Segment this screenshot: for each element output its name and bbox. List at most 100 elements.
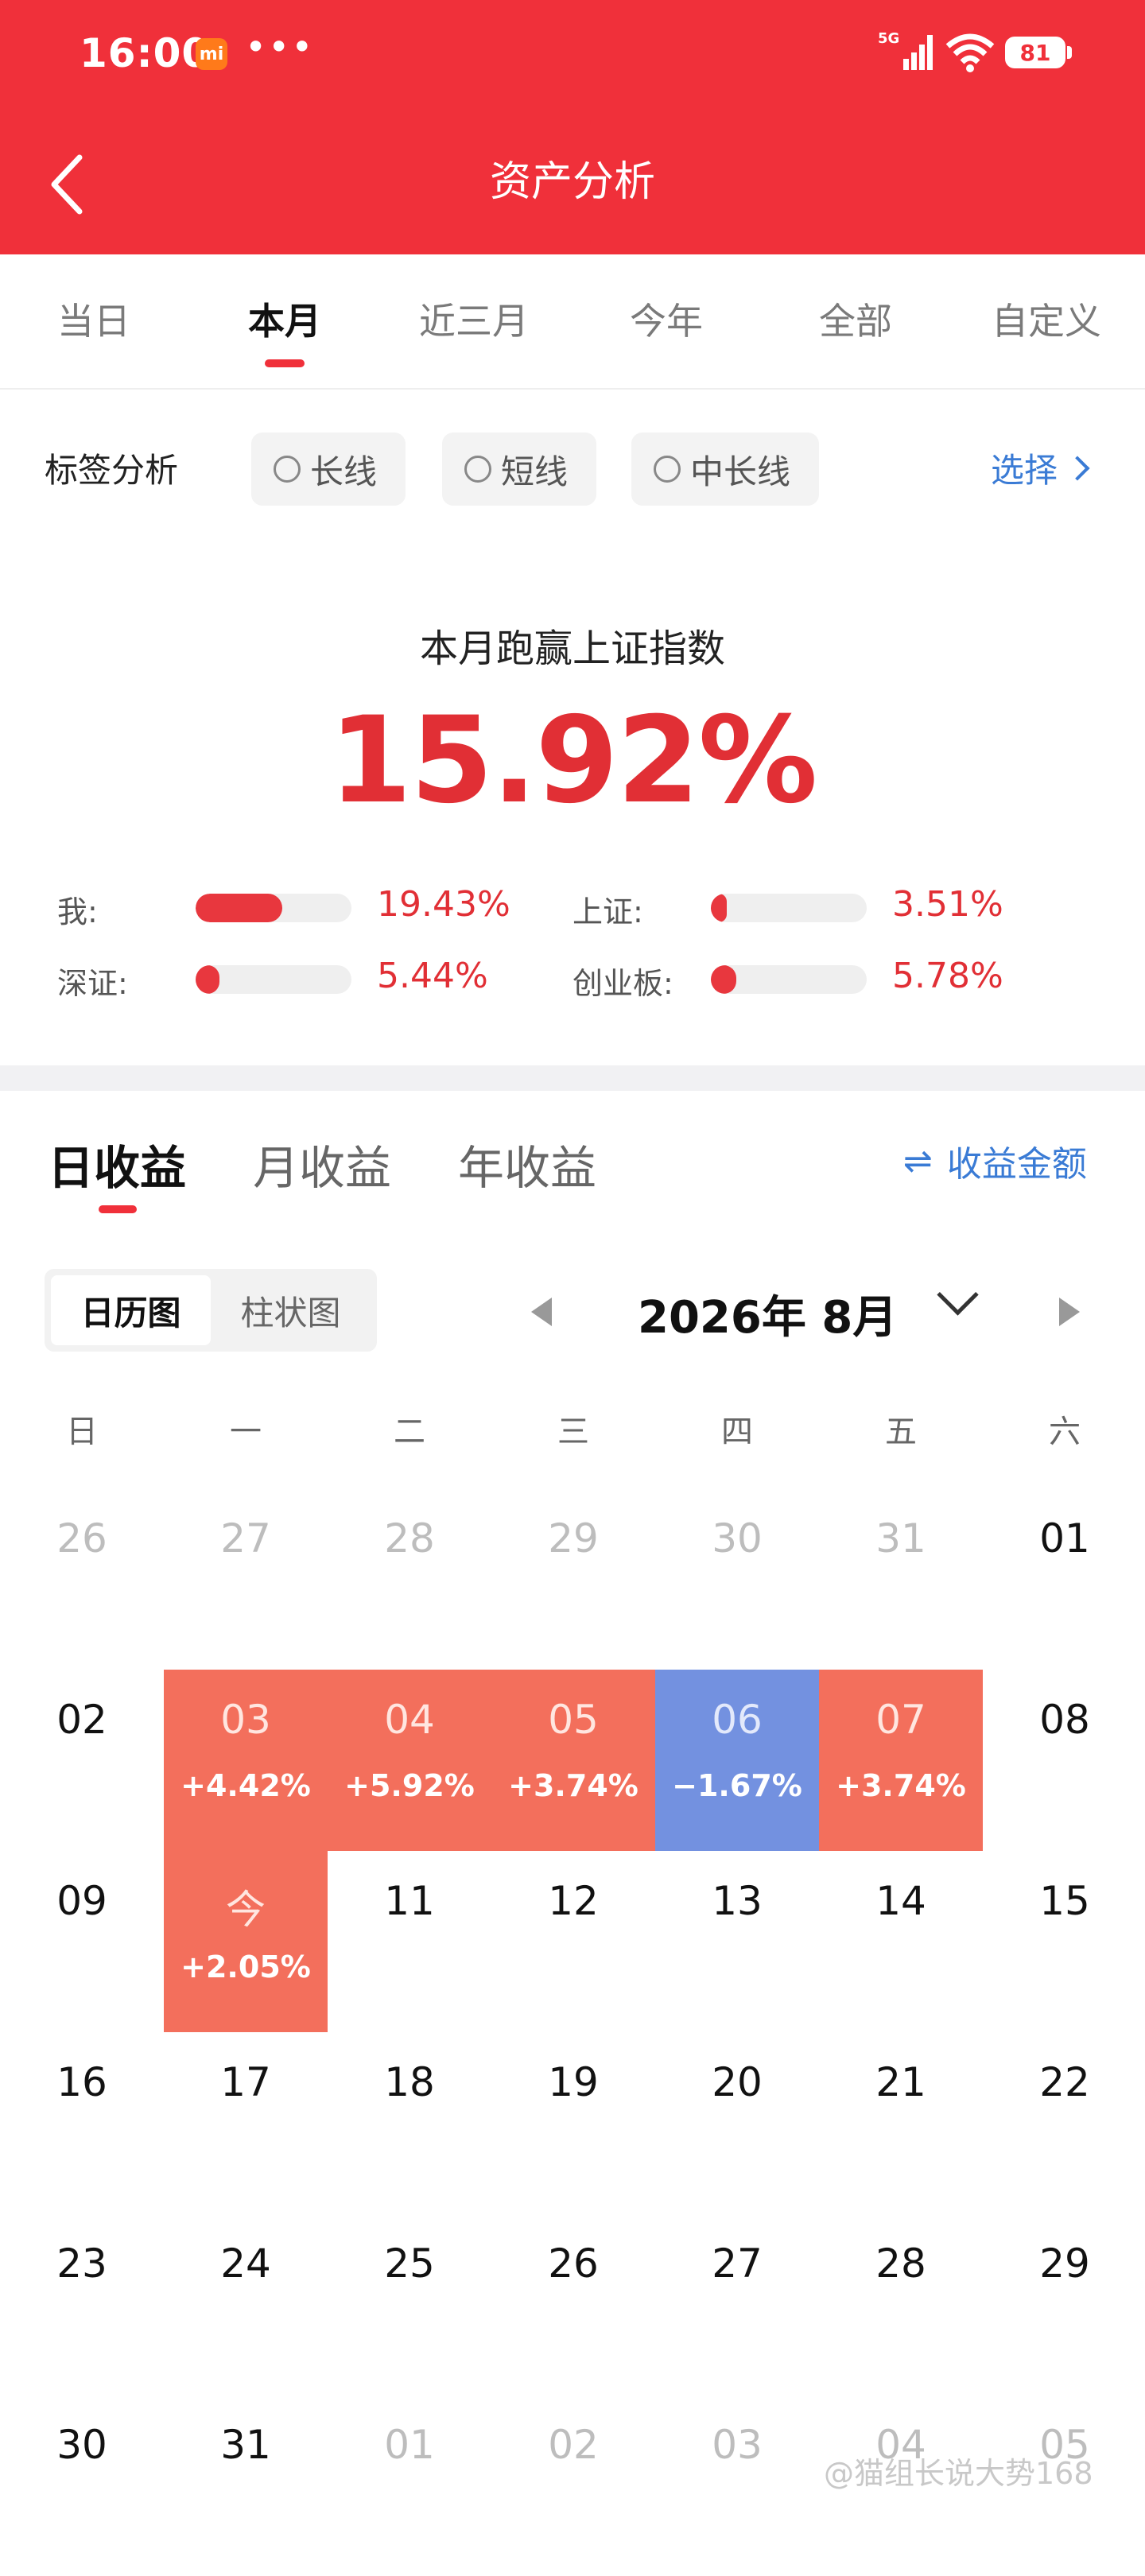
calendar-day[interactable]: 14 [819,1851,983,2032]
calendar-day-number: 18 [384,2059,435,2105]
calendar-day-number: 23 [56,2240,107,2287]
calendar-day[interactable]: 26 [0,1488,164,1670]
calendar-day[interactable]: 13 [655,1851,819,2032]
calendar-day[interactable]: 12 [491,1851,655,2032]
calendar-day-number: 31 [875,1515,926,1562]
calendar-day[interactable]: 31 [819,1488,983,1670]
calendar-day[interactable]: 20 [655,2032,819,2213]
prev-month-icon[interactable] [531,1298,552,1326]
calendar-day[interactable]: 03 +4.42% [164,1670,328,1851]
app-badge-icon: mi [196,38,227,70]
calendar-day[interactable]: 19 [491,2032,655,2213]
compare-bar-fill [196,894,282,922]
compare-bar-chinext [711,965,867,994]
compare-bar-fill [196,965,220,994]
calendar-view-button[interactable]: 日历图 [51,1275,211,1345]
calendar-day[interactable]: 15 [983,1851,1145,2032]
calendar-day-number: 27 [712,2240,763,2287]
select-button[interactable]: 选择 [991,444,1090,492]
calendar-day[interactable]: 17 [164,2032,328,2213]
calendar-day[interactable]: 02 [0,1670,164,1851]
calendar-day-number: 15 [1039,1878,1090,1924]
bar-chart-view-button[interactable]: 柱状图 [211,1275,371,1345]
calendar-day-number: 27 [220,1515,271,1562]
tag-chip-label: 长线 [310,452,378,491]
calendar-day[interactable]: 29 [983,2213,1145,2395]
calendar-day[interactable]: 30 [655,1488,819,1670]
weekday-label: 一 [230,1414,262,1450]
period-tabs: 当日 本月 近三月 今年 全部 自定义 [0,254,1145,390]
watermark: @猫组长说大势168 [824,2456,1093,2491]
calendar-day[interactable]: 27 [655,2213,819,2395]
calendar-day[interactable]: 30 [0,2395,164,2576]
weekday-label: 四 [721,1414,753,1450]
calendar-day[interactable]: 18 [328,2032,491,2213]
tag-analysis-label: 标签分析 [45,451,179,490]
calendar-day-number: 09 [56,1878,107,1924]
compare-value-shenzhen: 5.44% [377,956,488,996]
calendar-day[interactable]: 03 [655,2395,819,2576]
network-type: 5G [878,30,899,47]
swap-icon: ⇌ [903,1140,933,1181]
calendar-day-number: 29 [548,1515,599,1562]
calendar-day-today[interactable]: 今 +2.05% [164,1851,328,2032]
calendar-day[interactable]: 06 −1.67% [655,1670,819,1851]
calendar-day-number: 21 [875,2059,926,2105]
return-amount-toggle[interactable]: ⇌ 收益金额 [903,1135,1087,1186]
tag-chip-long[interactable]: 长线 [251,433,406,506]
calendar-day[interactable]: 07 +3.74% [819,1670,983,1851]
calendar-day[interactable]: 22 [983,2032,1145,2213]
calendar-day-number: 01 [384,2422,435,2468]
summary-value: 15.92% [328,692,818,830]
weekday-label: 二 [394,1414,425,1450]
calendar-day[interactable]: 08 [983,1670,1145,1851]
calendar-day-return: +3.74% [508,1768,638,1803]
calendar-day[interactable]: 24 [164,2213,328,2395]
tab-this-year[interactable]: 今年 [630,293,703,345]
calendar-day[interactable]: 26 [491,2213,655,2395]
tab-last-three-months[interactable]: 近三月 [419,293,529,345]
calendar-day[interactable]: 16 [0,2032,164,2213]
calendar-day[interactable]: 09 [0,1851,164,2032]
compare-label-chinext: 创业板: [572,966,673,1001]
tab-today[interactable]: 当日 [57,293,130,345]
compare-bar-shenzhen [196,965,351,994]
tag-chip-medium-long[interactable]: 中长线 [631,433,820,506]
calendar-day-number: 29 [1039,2240,1090,2287]
calendar-day[interactable]: 23 [0,2213,164,2395]
chevron-down-icon[interactable] [937,1274,979,1316]
calendar-day[interactable]: 02 [491,2395,655,2576]
calendar-day[interactable]: 21 [819,2032,983,2213]
calendar-day[interactable]: 28 [328,1488,491,1670]
calendar-day-number: 26 [56,1515,107,1562]
tab-this-month[interactable]: 本月 [248,293,321,345]
calendar-day[interactable]: 01 [328,2395,491,2576]
tab-yearly-return[interactable]: 年收益 [458,1131,596,1197]
calendar-day[interactable]: 11 [328,1851,491,2032]
calendar-day-number: 11 [384,1878,435,1924]
tab-all[interactable]: 全部 [819,293,892,345]
tag-chip-short[interactable]: 短线 [442,433,597,506]
calendar-day-number: 今 [226,1887,266,1933]
next-month-icon[interactable] [1059,1298,1080,1326]
chevron-right-icon [1065,455,1090,481]
calendar-day-number: 22 [1039,2059,1090,2105]
tab-monthly-return[interactable]: 月收益 [253,1131,391,1197]
calendar-day-number: 31 [220,2422,271,2468]
calendar-day[interactable]: 04 +5.92% [328,1670,491,1851]
calendar-day[interactable]: 29 [491,1488,655,1670]
radio-icon [464,456,491,483]
calendar-day[interactable]: 25 [328,2213,491,2395]
calendar-day-number: 14 [875,1878,926,1924]
calendar-day[interactable]: 27 [164,1488,328,1670]
active-return-tab-indicator [99,1205,137,1213]
calendar-day[interactable]: 01 [983,1488,1145,1670]
tab-custom[interactable]: 自定义 [992,293,1101,345]
calendar-day[interactable]: 05 +3.74% [491,1670,655,1851]
calendar-day[interactable]: 31 [164,2395,328,2576]
summary-title: 本月跑赢上证指数 [419,627,725,671]
calendar-day[interactable]: 28 [819,2213,983,2395]
calendar-day-number: 28 [384,1515,435,1562]
tab-daily-return[interactable]: 日收益 [48,1131,186,1197]
calendar-day-return: +4.42% [180,1768,311,1803]
